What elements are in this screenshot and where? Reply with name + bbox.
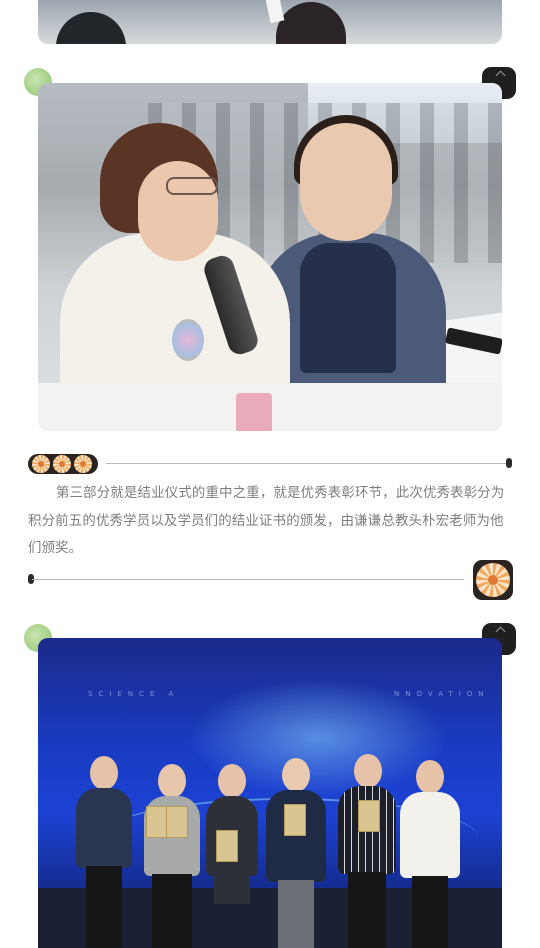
sun-icon xyxy=(74,455,92,473)
sun-icon-strip xyxy=(28,454,98,474)
photo-screen-text: NNOVATION xyxy=(394,690,490,698)
award-photo: SCIENCE A NNOVATION xyxy=(38,638,502,948)
photo-glasses xyxy=(166,177,218,195)
photo-person xyxy=(398,760,462,948)
photo-person-head xyxy=(56,12,126,44)
sun-icon xyxy=(476,563,510,597)
photo-person-head xyxy=(300,123,392,241)
photo-paper xyxy=(265,0,285,24)
photo-person xyxy=(336,754,398,948)
photo-person-face xyxy=(138,161,218,261)
photo-person xyxy=(264,758,328,948)
photo-person xyxy=(204,764,260,948)
photo-person-head xyxy=(276,2,346,44)
sun-icon xyxy=(53,455,71,473)
sun-icon-tile xyxy=(473,560,513,600)
photo-cup xyxy=(236,393,272,431)
divider-line xyxy=(106,463,508,464)
divider-knob xyxy=(506,458,512,468)
article-paragraph: 第三部分就是结业仪式的重中之重，就是优秀表彰环节，此次优秀表彰分为积分前五的优秀… xyxy=(28,486,505,556)
photo-top-partial xyxy=(38,0,502,44)
photo-person xyxy=(142,764,202,948)
sun-icon xyxy=(32,455,50,473)
photo-brooch xyxy=(172,319,204,361)
divider-line xyxy=(32,579,464,580)
photo-person xyxy=(74,756,134,948)
photo-screen-text: SCIENCE A xyxy=(88,690,180,698)
meeting-photo xyxy=(38,83,502,431)
photo-person-vest xyxy=(300,243,396,373)
